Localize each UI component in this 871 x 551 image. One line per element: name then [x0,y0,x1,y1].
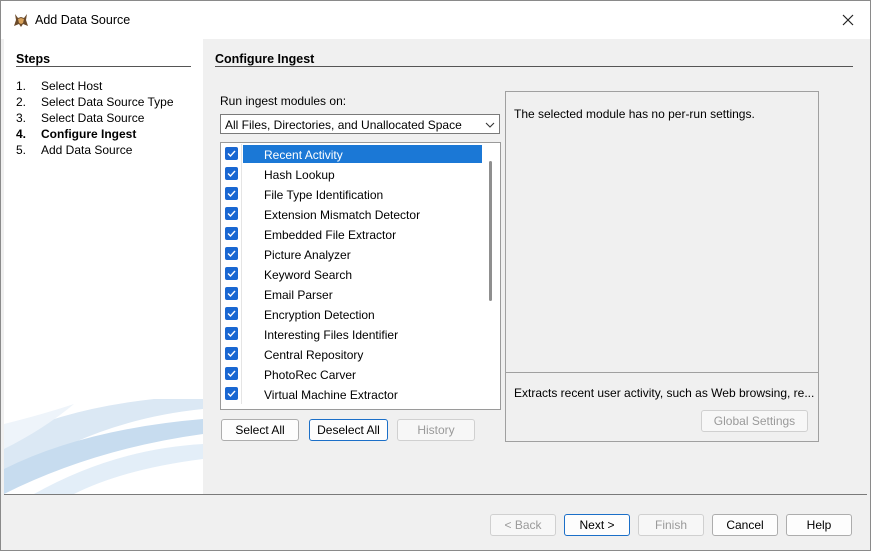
module-label: Picture Analyzer [264,248,351,262]
title-divider [215,66,853,67]
list-scrollbar[interactable] [489,161,492,301]
module-row[interactable]: Virtual Machine Extractor [221,384,483,404]
module-checkbox[interactable] [225,347,238,360]
checkmark-icon [227,150,236,158]
module-row[interactable]: Encryption Detection [221,304,483,324]
checkmark-icon [227,390,236,398]
checkmark-icon [227,170,236,178]
module-label: Central Repository [264,348,364,362]
module-checkbox[interactable] [225,207,238,220]
checkmark-icon [227,310,236,318]
module-row[interactable]: File Type Identification [221,184,483,204]
module-checkbox[interactable] [225,387,238,400]
decorative-swirl-graphic [4,399,203,494]
module-checkbox[interactable] [225,367,238,380]
module-row[interactable]: Picture Analyzer [221,244,483,264]
module-row[interactable]: Interesting Files Identifier [221,324,483,344]
checkmark-icon [227,210,236,218]
module-label: Keyword Search [264,268,353,282]
run-modules-label: Run ingest modules on: [220,94,347,108]
column-separator [241,144,242,164]
footer-divider [4,494,867,495]
step-item: 2. Select Data Source Type [16,95,174,109]
steps-divider [16,66,191,67]
checkmark-icon [227,350,236,358]
module-label: File Type Identification [264,188,384,202]
module-checkbox[interactable] [225,187,238,200]
back-button[interactable]: < Back [490,514,556,536]
next-button[interactable]: Next > [564,514,630,536]
module-label: PhotoRec Carver [264,368,357,382]
step-item: 3. Select Data Source [16,111,145,125]
column-separator [241,324,242,344]
module-checkbox[interactable] [225,167,238,180]
column-separator [241,184,242,204]
module-settings-panel: The selected module has no per-run setti… [505,91,819,373]
global-settings-button[interactable]: Global Settings [701,410,808,432]
run-on-select[interactable]: All Files, Directories, and Unallocated … [220,114,500,134]
step-item: 5. Add Data Source [16,143,133,157]
checkmark-icon [227,370,236,378]
module-checkbox[interactable] [225,327,238,340]
close-icon[interactable] [840,12,856,28]
module-label: Hash Lookup [264,168,335,182]
column-separator [241,284,242,304]
module-checkbox[interactable] [225,287,238,300]
column-separator [241,364,242,384]
history-button[interactable]: History [397,419,475,441]
checkmark-icon [227,330,236,338]
module-checkbox[interactable] [225,267,238,280]
module-row[interactable]: Keyword Search [221,264,483,284]
module-row[interactable]: Embedded File Extractor [221,224,483,244]
select-all-button[interactable]: Select All [221,419,299,441]
module-description: Extracts recent user activity, such as W… [514,386,815,400]
help-button[interactable]: Help [786,514,852,536]
title-bar: Add Data Source [1,1,870,39]
module-label: Interesting Files Identifier [264,328,399,342]
page-title: Configure Ingest [215,52,315,66]
finish-button[interactable]: Finish [638,514,704,536]
module-checkbox[interactable] [225,307,238,320]
column-separator [241,224,242,244]
steps-heading: Steps [16,52,51,66]
ingest-module-list[interactable]: Recent Activity Hash Lookup File Type Iden… [220,142,501,410]
module-checkbox[interactable] [225,247,238,260]
column-separator [241,244,242,264]
column-separator [241,264,242,284]
checkmark-icon [227,190,236,198]
column-separator [241,304,242,324]
steps-panel: Steps 1. Select Host 2. Select Data Source… [4,39,203,494]
module-checkbox[interactable] [225,147,238,160]
column-separator [241,164,242,184]
module-label: Encryption Detection [264,308,375,322]
module-row[interactable]: PhotoRec Carver [221,364,483,384]
cancel-button[interactable]: Cancel [712,514,778,536]
module-label: Email Parser [264,288,333,302]
column-separator [241,384,242,404]
module-row[interactable]: Extension Mismatch Detector [221,204,483,224]
column-separator [241,204,242,224]
module-row[interactable]: Hash Lookup [221,164,483,184]
step-item-current: 4. Configure Ingest [16,127,137,141]
module-label: Embedded File Extractor [264,228,397,242]
module-row[interactable]: Recent Activity [221,144,483,164]
module-checkbox[interactable] [225,227,238,240]
chevron-down-icon [485,122,495,128]
checkmark-icon [227,270,236,278]
checkmark-icon [227,230,236,238]
checkmark-icon [227,290,236,298]
settings-message: The selected module has no per-run setti… [514,107,755,121]
module-row[interactable]: Central Repository [221,344,483,364]
module-label: Recent Activity [264,148,343,162]
deselect-all-button[interactable]: Deselect All [309,419,388,441]
autopsy-dog-icon [14,14,28,27]
module-row[interactable]: Email Parser [221,284,483,304]
module-label: Extension Mismatch Detector [264,208,421,222]
module-label: Virtual Machine Extractor [264,388,398,402]
add-data-source-dialog: Add Data Source Steps 1. Select Host 2. Se… [0,0,871,551]
step-item: 1. Select Host [16,79,103,93]
checkmark-icon [227,250,236,258]
column-separator [241,344,242,364]
window-title: Add Data Source [35,13,131,27]
